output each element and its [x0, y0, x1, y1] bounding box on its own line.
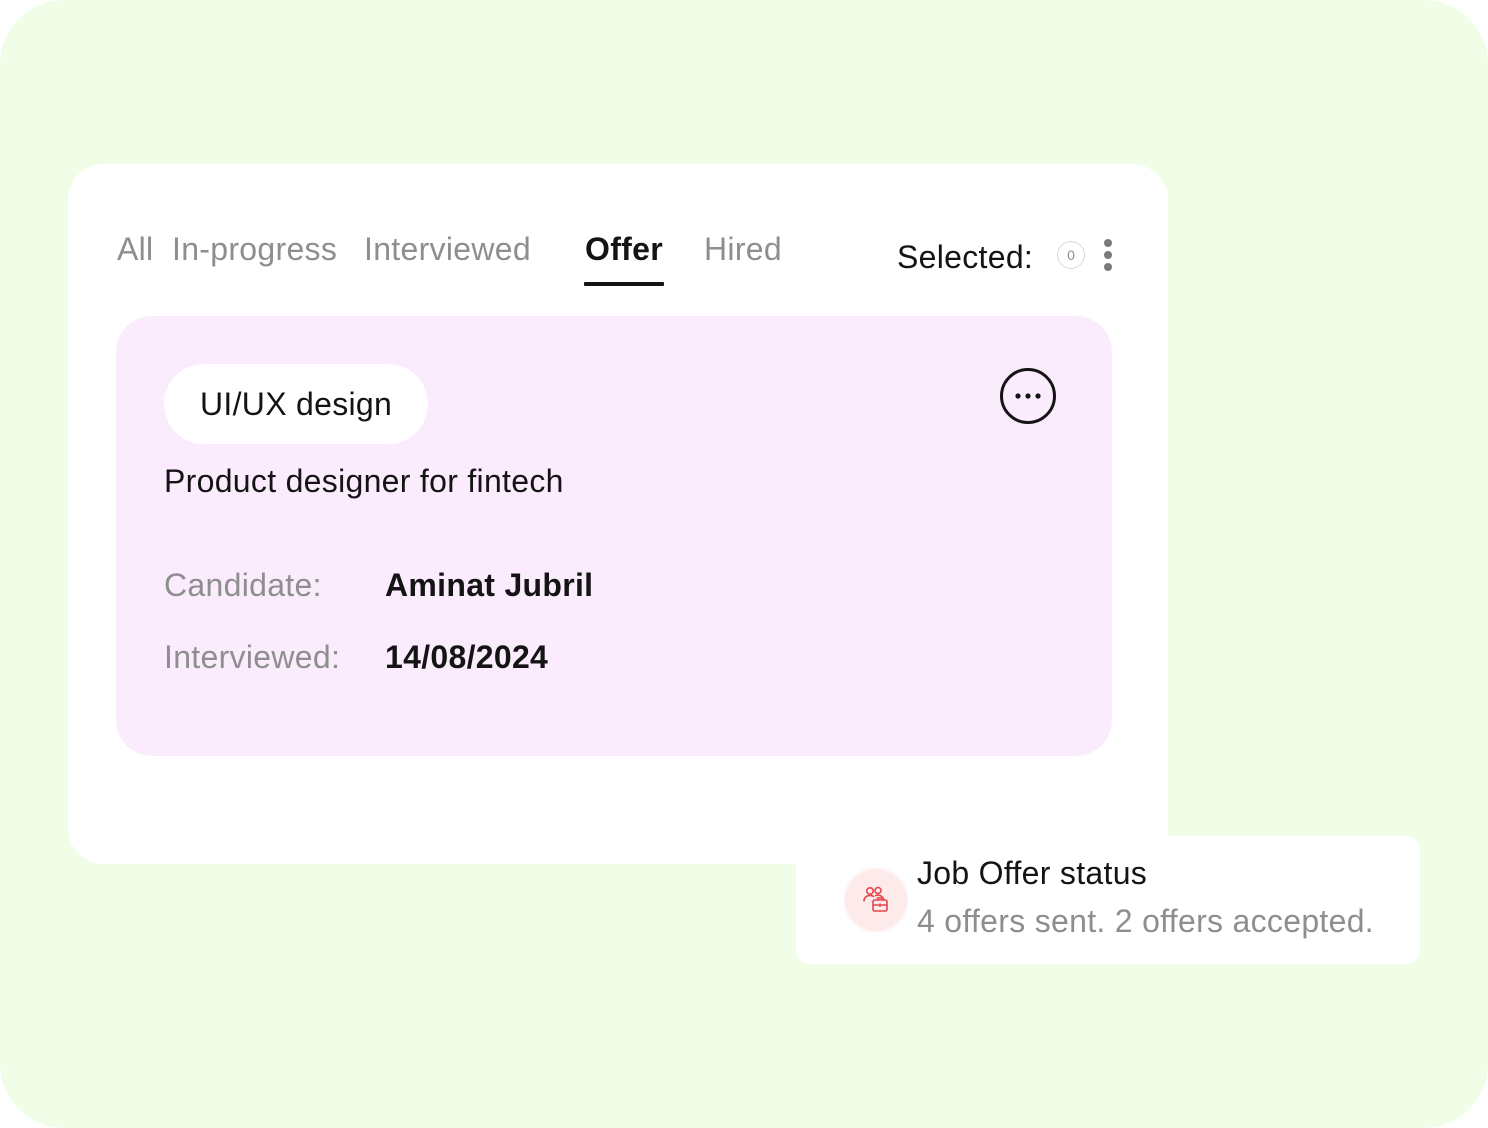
tab-all[interactable]: All — [117, 228, 153, 270]
vertical-dots-icon — [1104, 239, 1112, 271]
tab-hired[interactable]: Hired — [704, 228, 782, 270]
interviewed-label: Interviewed: — [164, 639, 341, 675]
kebab-menu-button[interactable] — [1096, 236, 1120, 276]
job-title: Product designer for fintech — [164, 463, 564, 499]
toast-icon-badge — [844, 868, 908, 932]
card-more-button[interactable] — [999, 367, 1057, 425]
selected-label: Selected: — [897, 239, 1034, 275]
toast-body: 4 offers sent. 2 offers accepted. — [917, 903, 1374, 939]
horizontal-dots-circle-icon — [1000, 368, 1056, 424]
toast-title: Job Offer status — [917, 855, 1148, 891]
candidate-name: Aminat Jubril — [385, 567, 594, 603]
tab-in-progress[interactable]: In-progress — [172, 228, 337, 270]
interviewed-date: 14/08/2024 — [385, 639, 549, 675]
tab-offer[interactable]: Offer — [585, 228, 663, 270]
job-category-tag: UI/UX design — [164, 364, 429, 444]
users-briefcase-icon — [863, 886, 888, 912]
active-tab-indicator — [584, 282, 664, 286]
candidate-label: Candidate: — [164, 567, 322, 603]
selected-count-badge: 0 — [1057, 241, 1085, 269]
tab-interviewed[interactable]: Interviewed — [364, 228, 531, 270]
